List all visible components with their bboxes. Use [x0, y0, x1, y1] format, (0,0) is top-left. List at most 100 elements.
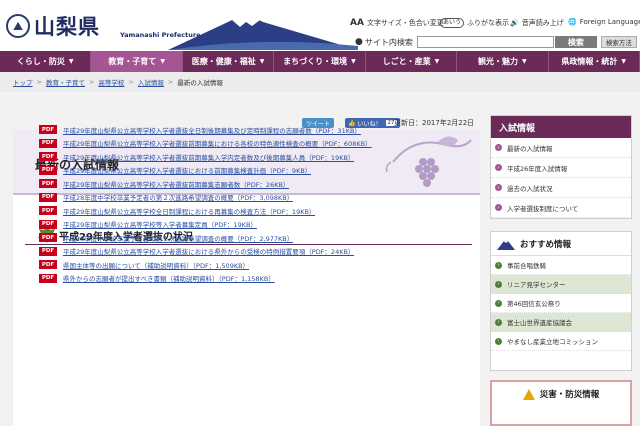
- nav-item-work[interactable]: しごと・産業 ▼: [366, 51, 458, 72]
- pdf-link[interactable]: 平成29年度山梨県公立高等学校等入学者募集定員（PDF：19KB）: [63, 219, 257, 229]
- search-icon: ●: [355, 37, 363, 47]
- arrow-right-icon: ›: [495, 184, 502, 191]
- sidebar-heading: 入試情報: [491, 116, 631, 138]
- foreign-language-link[interactable]: 🌐 Foreign Language: [568, 18, 640, 26]
- breadcrumb: トップ > 教育・子育て > 高等学校 > 入試情報 > 最新の入試情報: [0, 72, 640, 92]
- globe-icon: 🌐: [568, 18, 577, 26]
- pdf-badge: PDF: [39, 273, 57, 283]
- global-nav: くらし・防災 ▼ 教育・子育て ▼ 医療・健康・福祉 ▼ まちづくり・環境 ▼ しごと・…: [0, 51, 640, 72]
- pdf-badge: PDF: [39, 206, 57, 216]
- nav-item-government[interactable]: 県政情報・統計 ▼: [549, 51, 640, 72]
- pdf-link[interactable]: 平成29年度山梨県公立高等学校入学者選抜における前期募集検査計画（PDF：9KB…: [63, 165, 311, 175]
- recommended-item[interactable]: › 事前合唱鉄騎: [491, 256, 631, 275]
- recommended-item[interactable]: › 第46回信玄公祭り: [491, 294, 631, 313]
- arrow-right-icon: ›: [495, 337, 502, 345]
- breadcrumb-link[interactable]: 教育・子育て: [46, 77, 85, 87]
- recommended-item[interactable]: › やまなし産業立地コミッション: [491, 332, 631, 351]
- sidebar-item-system[interactable]: › 入学者選抜制度について: [491, 198, 631, 218]
- furigana-icon: あいう: [440, 18, 465, 28]
- list-item: PDF 平成28年度中学校卒業予定者の第２次進路希望調査の概要（PDF：3,098…: [39, 191, 459, 205]
- breadcrumb-link[interactable]: トップ: [13, 77, 33, 87]
- pdf-badge: PDF: [39, 138, 57, 148]
- search-button[interactable]: 検索: [554, 36, 597, 48]
- breadcrumb-separator: >: [88, 78, 95, 86]
- pdf-badge: PDF: [39, 260, 57, 270]
- sidebar-item-past[interactable]: › 過去の入試状況: [491, 178, 631, 198]
- chevron-down-icon: ▼: [259, 58, 265, 65]
- breadcrumb-separator: >: [128, 78, 134, 86]
- breadcrumb-separator: >: [36, 78, 42, 86]
- pdf-badge: PDF: [39, 179, 57, 189]
- pdf-badge: PDF: [39, 152, 57, 162]
- chevron-down-icon: ▼: [621, 58, 627, 65]
- pdf-badge: PDF: [39, 192, 57, 202]
- chevron-down-icon: ▼: [522, 58, 527, 65]
- breadcrumb-current: 最新の入試情報: [177, 79, 223, 87]
- list-item: PDF 平成28年度中学校卒業予定者の第１次進路希望調査の概要（PDF：2,977…: [39, 231, 459, 245]
- chevron-down-icon: ▼: [68, 58, 74, 65]
- recommended-box: おすすめ情報 › 事前合唱鉄騎 › リニア見学センター › 第46回信玄公祭り › 富士…: [490, 231, 632, 371]
- chevron-down-icon: ▼: [434, 58, 440, 65]
- nav-item-town[interactable]: まちづくり・環境 ▼: [274, 51, 366, 72]
- sidebar-item-latest[interactable]: › 最新の入試情報: [491, 138, 631, 158]
- pdf-link[interactable]: 平成29年度山梨県公立高等学校入学者選抜前期募集における各校の特色適性検査の概要…: [63, 138, 372, 148]
- list-item: PDF 平成29年度山梨県公立高等学校入学者選抜における県外からの受検の特例措置要…: [39, 245, 459, 259]
- font-size-toggle[interactable]: AA 文字サイズ・色合い変更: [350, 18, 444, 28]
- speaker-icon: 🔊: [510, 19, 519, 27]
- sidebar-exam-info: 入試情報 › 最新の入試情報 › 平成26年度入試情報 › 過去の入試状況 › 入学者選…: [490, 115, 632, 219]
- search-label: サイト内検索: [364, 37, 413, 47]
- disaster-label: 災害・防災情報: [539, 390, 600, 400]
- pdf-link[interactable]: 平成29年度山梨県公立高等学校入学者選抜前期募集入学内定者数及び後期募集人員（P…: [63, 152, 354, 162]
- speech-toggle[interactable]: 🔊 音声読み上げ: [510, 18, 564, 28]
- pdf-link[interactable]: 平成29年度山梨県公立高等学校入学者選抜における県外からの受検の特例措置要項（P…: [63, 246, 354, 256]
- pdf-link[interactable]: 県外からの志願者が提出すべき書類（補助説明資料）（PDF：1,158KB）: [63, 273, 275, 283]
- nav-item-living[interactable]: くらし・防災 ▼: [0, 51, 92, 72]
- pdf-link[interactable]: 平成28年度中学校卒業予定者の第１次進路希望調査の概要（PDF：2,977KB）: [63, 233, 293, 243]
- prefecture-emblem-icon[interactable]: ⛰: [6, 14, 30, 38]
- recommended-heading: おすすめ情報: [491, 232, 631, 256]
- site-search: ● サイト内検索 検索 検索方法: [355, 36, 637, 48]
- disaster-info-banner[interactable]: 災害・防災情報: [490, 380, 632, 426]
- list-item: PDF 県外からの志願者が提出すべき書類（補助説明資料）（PDF：1,158KB）: [39, 272, 459, 286]
- nav-item-tourism[interactable]: 観光・魅力 ▼: [457, 51, 549, 72]
- arrow-right-icon: ›: [495, 204, 502, 211]
- nav-item-education[interactable]: 教育・子育て ▼: [91, 51, 183, 72]
- list-item: PDF 平成29年度山梨県公立高等学校入学者選抜全日制後期募集及び定時制課程の志願…: [39, 123, 459, 137]
- list-item: PDF 平成29年度山梨県公立高等学校入学者選抜前期募集入学内定者数及び後期募集人…: [39, 150, 459, 164]
- arrow-right-icon: ›: [495, 299, 502, 307]
- pdf-link[interactable]: 県国主体等の出願について（補助説明資料）（PDF：1,509KB）: [63, 260, 249, 270]
- list-item: PDF 平成29年度山梨県公立高等学校入学者選抜における前期募集検査計画（PDF：…: [39, 164, 459, 178]
- font-size-icon: AA: [350, 18, 364, 28]
- arrow-right-icon: ›: [495, 280, 502, 288]
- recommended-item[interactable]: › リニア見学センター: [491, 275, 631, 294]
- arrow-right-icon: ›: [495, 144, 502, 151]
- arrow-right-icon: ›: [495, 261, 502, 269]
- breadcrumb-separator: >: [167, 78, 174, 86]
- search-input[interactable]: [416, 36, 554, 48]
- list-item: PDF 平成29年度山梨県公立高等学校全日制課程における再募集の検査方法（PDF：…: [39, 204, 459, 218]
- list-item: PDF 平成29年度山梨県公立高等学校等入学者募集定員（PDF：19KB）: [39, 218, 459, 232]
- nav-item-health[interactable]: 医療・健康・福祉 ▼: [183, 51, 275, 72]
- pdf-link[interactable]: 平成29年度山梨県公立高等学校全日制課程における再募集の検査方法（PDF：19K…: [63, 206, 315, 216]
- pdf-badge: PDF: [39, 219, 57, 229]
- pdf-link[interactable]: 平成29年度山梨県公立高等学校入学者選抜前期募集志願者数（PDF：26KB）: [63, 179, 289, 189]
- site-logo[interactable]: 山梨県: [34, 14, 100, 40]
- chevron-down-icon: ▼: [160, 58, 165, 65]
- search-help-button[interactable]: 検索方法: [600, 36, 637, 48]
- pdf-link[interactable]: 平成29年度山梨県公立高等学校入学者選抜全日制後期募集及び定時制課程の志願者数（…: [63, 125, 361, 135]
- recommended-item[interactable]: › 富士山世界遺産協議会: [491, 313, 631, 332]
- mount-fuji-icon: [497, 239, 515, 250]
- arrow-right-icon: ›: [495, 164, 502, 171]
- list-item: PDF 平成29年度山梨県公立高等学校入学者選抜前期募集志願者数（PDF：26KB…: [39, 177, 459, 191]
- sidebar-box: 入試情報 › 最新の入試情報 › 平成26年度入試情報 › 過去の入試状況 › 入学者選…: [490, 115, 632, 219]
- pdf-link-list: PDF 平成29年度山梨県公立高等学校入学者選抜全日制後期募集及び定時制課程の志願…: [39, 123, 459, 285]
- sidebar-item-h26[interactable]: › 平成26年度入試情報: [491, 158, 631, 178]
- breadcrumb-link[interactable]: 高等学校: [98, 77, 124, 87]
- pdf-badge: PDF: [39, 233, 57, 243]
- warning-icon: [522, 388, 535, 400]
- arrow-right-icon: ›: [495, 318, 502, 326]
- list-item: PDF 県国主体等の出願について（補助説明資料）（PDF：1,509KB）: [39, 258, 459, 272]
- pdf-link[interactable]: 平成28年度中学校卒業予定者の第２次進路希望調査の概要（PDF：3,098KB）: [63, 192, 293, 202]
- furigana-toggle[interactable]: あいう ふりがな表示: [440, 18, 509, 28]
- breadcrumb-link[interactable]: 入試情報: [138, 77, 164, 87]
